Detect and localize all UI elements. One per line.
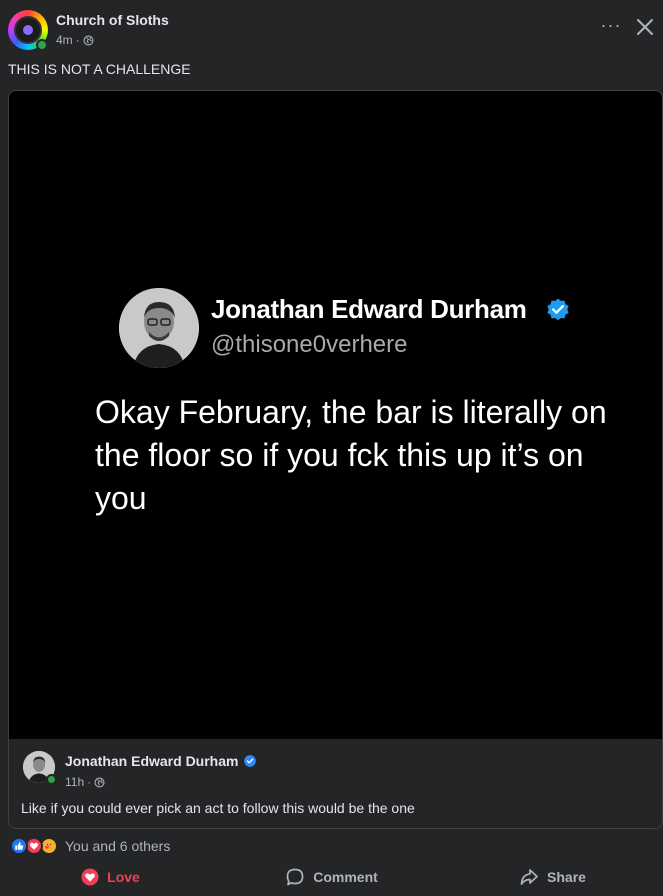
shared-post-timestamp[interactable]: 11h xyxy=(65,775,84,789)
meta-separator: · xyxy=(87,775,92,789)
post-header: Church of Sloths 4m · ··· xyxy=(0,0,663,60)
verified-badge-icon xyxy=(547,298,569,321)
post-timestamp[interactable]: 4m xyxy=(56,33,73,47)
comment-button-label: Comment xyxy=(313,869,378,885)
reaction-summary[interactable]: You and 6 others xyxy=(10,836,170,856)
tweet-avatar xyxy=(119,288,199,368)
love-button-label: Love xyxy=(107,869,140,885)
meta-separator: · xyxy=(75,33,80,47)
like-icon xyxy=(10,837,28,855)
share-arrow-icon xyxy=(520,869,538,885)
shared-post-card[interactable]: Jonathan Edward Durham @thisone0verhere … xyxy=(8,90,663,829)
page-name-link[interactable]: Church of Sloths xyxy=(56,12,169,28)
shared-author-name-text[interactable]: Jonathan Edward Durham xyxy=(65,753,238,769)
shared-author-online-dot xyxy=(46,774,57,785)
tweet-author-name: Jonathan Edward Durham xyxy=(211,294,527,324)
shared-post-meta: 11h · xyxy=(65,775,105,789)
post-action-bar: Love Comment Share xyxy=(0,862,663,892)
comment-icon xyxy=(286,868,304,886)
online-status-dot xyxy=(36,39,48,51)
shared-tweet-image[interactable]: Jonathan Edward Durham @thisone0verhere … xyxy=(9,91,662,739)
public-globe-icon xyxy=(94,776,105,788)
love-button[interactable]: Love xyxy=(0,862,221,892)
public-globe-icon xyxy=(83,34,94,46)
shared-post-footer[interactable]: Jonathan Edward Durham 11h · Like if you… xyxy=(9,739,662,828)
comment-button[interactable]: Comment xyxy=(221,862,442,892)
post-meta: 4m · xyxy=(56,33,94,47)
share-button[interactable]: Share xyxy=(442,862,663,892)
close-icon[interactable] xyxy=(634,16,656,38)
verified-icon xyxy=(244,755,257,767)
tweet-text: Okay February, the bar is literally on t… xyxy=(95,394,607,516)
post-caption: THIS IS NOT A CHALLENGE xyxy=(8,61,191,77)
share-button-label: Share xyxy=(547,869,586,885)
tweet-author-handle: @thisone0verhere xyxy=(211,331,408,358)
love-icon xyxy=(81,868,99,886)
more-options-button[interactable]: ··· xyxy=(598,16,624,38)
reaction-count-text[interactable]: You and 6 others xyxy=(65,838,170,854)
shared-author-name[interactable]: Jonathan Edward Durham xyxy=(65,753,257,769)
shared-post-text: Like if you could ever pick an act to fo… xyxy=(21,800,415,816)
